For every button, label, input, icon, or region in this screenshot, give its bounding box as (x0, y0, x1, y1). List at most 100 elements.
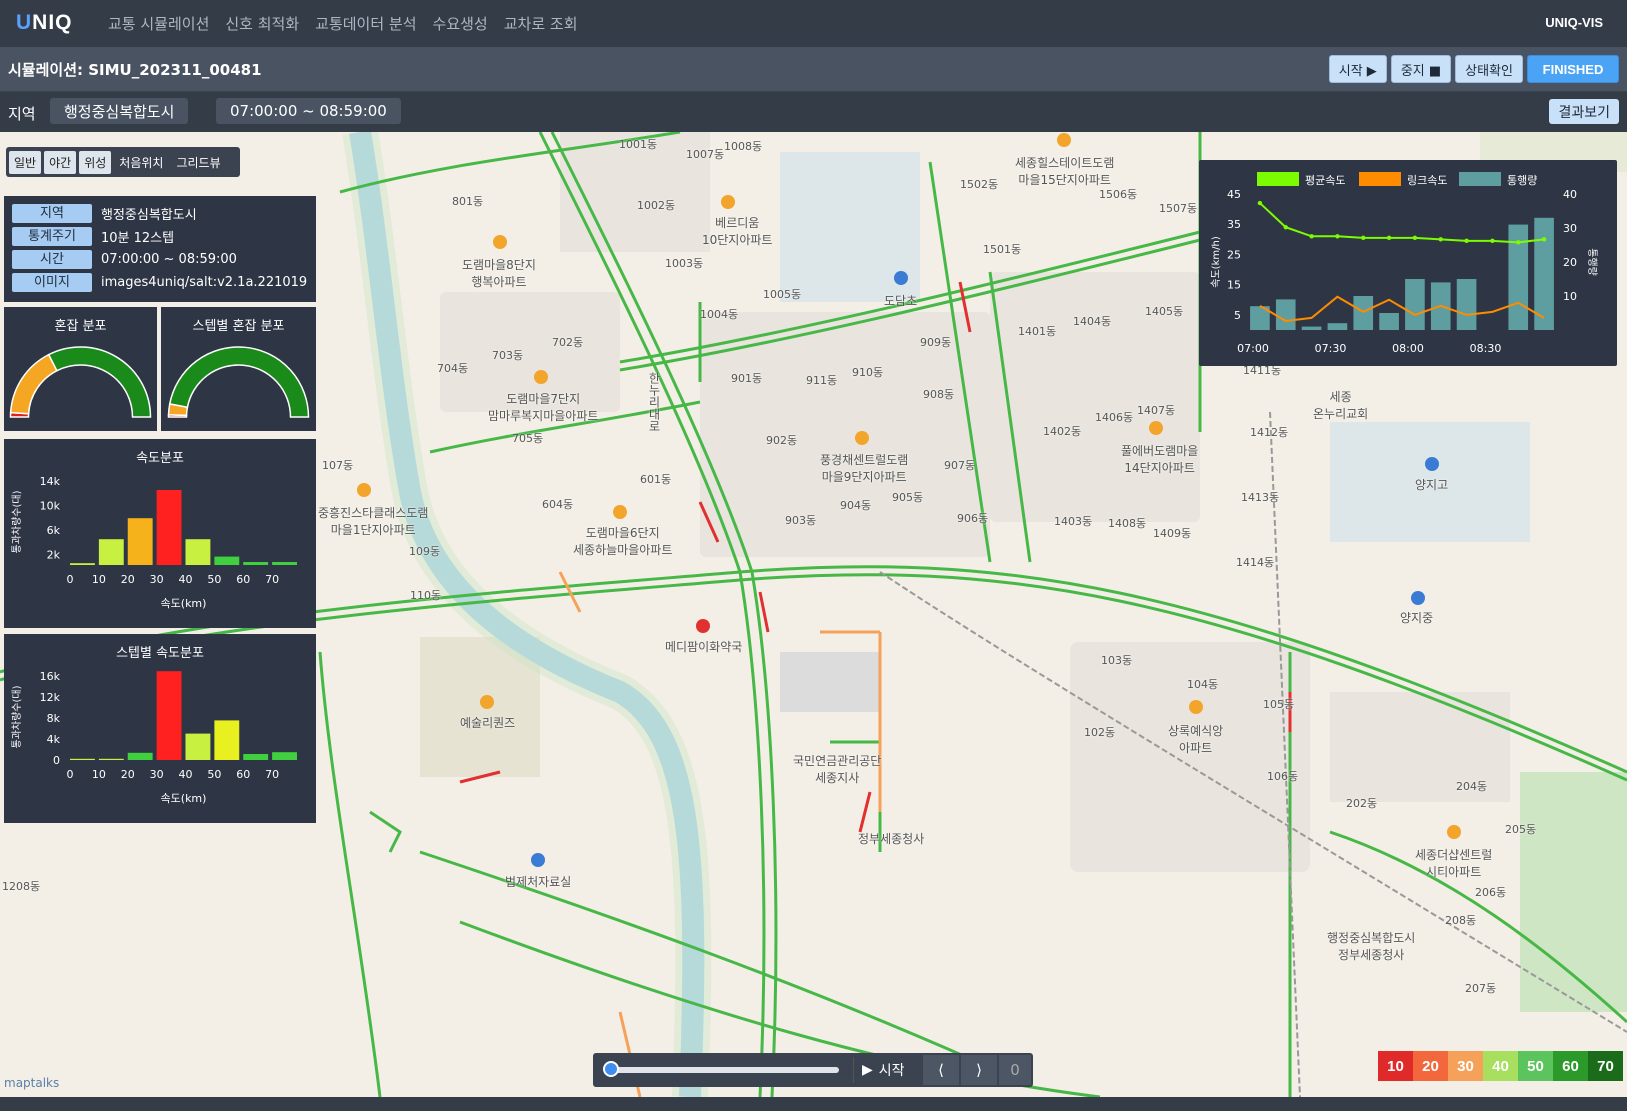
gauge-panel-step-congestion: 스텝별 혼잡 분포 (161, 307, 316, 431)
basemap-satellite[interactable]: 위성 (79, 150, 112, 174)
result-button[interactable]: 결과보기 (1549, 99, 1619, 124)
nav-intersection[interactable]: 교차로 조회 (504, 13, 578, 34)
map-label: 1502동 (960, 178, 999, 191)
poi-label: 풍경채센트럴도램 마을9단지아파트 (820, 453, 909, 484)
hist-ylabel: 통과차량수(대) (11, 490, 23, 553)
map-label: 910동 (852, 366, 884, 379)
map-label: 104동 (1187, 678, 1219, 691)
grid-view-button[interactable]: 그리드뷰 (171, 151, 225, 174)
map-label: 102동 (1084, 726, 1116, 739)
map-label: 1401동 (1018, 325, 1057, 338)
map-label: 1408동 (1108, 517, 1147, 530)
nav-traffic-sim[interactable]: 교통 시뮬레이션 (108, 13, 209, 34)
map-label: 207동 (1465, 982, 1497, 995)
map-block (780, 652, 880, 712)
map-label: 909동 (920, 336, 952, 349)
map-label: 1008동 (724, 140, 763, 153)
school-icon[interactable] (1425, 457, 1439, 471)
stop-button[interactable]: 중지 ■ (1390, 55, 1452, 83)
hist-bar (243, 754, 269, 760)
apartment-icon[interactable] (721, 195, 735, 209)
school-icon[interactable] (1411, 591, 1425, 605)
apartment-icon[interactable] (1149, 421, 1163, 435)
play-label: 시작 (878, 1063, 905, 1079)
pharmacy-icon[interactable] (696, 619, 710, 633)
play-button[interactable]: ▶ 시작 (853, 1057, 913, 1083)
basemap-normal[interactable]: 일반 (9, 150, 42, 174)
region-label: 지역 (8, 105, 36, 123)
speed-legend-50: 50 (1518, 1051, 1553, 1081)
apartment-icon[interactable] (1057, 133, 1071, 147)
finished-badge[interactable]: FINISHED (1527, 55, 1619, 83)
avg-speed-point (1412, 235, 1418, 241)
map-label: 204동 (1456, 780, 1488, 793)
gauge-chart (9, 346, 152, 418)
poi-label: 도램마을7단지 맘마루복지마을아파트 (488, 392, 599, 423)
map-label: 1402동 (1043, 425, 1082, 438)
time-range[interactable]: 07:00:00 ~ 08:59:00 (216, 98, 401, 124)
poi-label: 도램마을6단지 세종하늘마을아파트 (573, 526, 673, 557)
speed-legend-10: 10 (1378, 1051, 1413, 1081)
timeline-slider-handle[interactable] (603, 1061, 619, 1077)
map-label: 206동 (1475, 886, 1507, 899)
map-label: 601동 (640, 473, 672, 486)
avg-speed-point (1386, 235, 1392, 241)
restaurant-icon[interactable] (480, 695, 494, 709)
ts-y2tick: 40 (1563, 188, 1577, 201)
hist-ytick: 10k (40, 500, 61, 513)
start-button[interactable]: 시작 ▶ (1328, 55, 1387, 83)
basemap-night[interactable]: 야간 (44, 150, 77, 174)
info-key: 통계주기 (12, 227, 92, 246)
nav-demand[interactable]: 수요생성 (433, 13, 488, 34)
map-label: 1406동 (1095, 411, 1134, 424)
map-label: 1403동 (1054, 515, 1093, 528)
apartment-icon[interactable] (855, 431, 869, 445)
status-button[interactable]: 상태확인 (1455, 55, 1523, 83)
apartment-icon[interactable] (493, 235, 507, 249)
poi-label: 정부세종청사 (858, 832, 925, 846)
attribution[interactable]: maptalks (4, 1076, 59, 1090)
apartment-icon[interactable] (1189, 700, 1203, 714)
hist-bar (98, 539, 124, 565)
apartment-icon[interactable] (357, 483, 371, 497)
hist-bar (70, 758, 95, 760)
simulation-controls: 시작 ▶ 중지 ■ 상태확인 FINISHED (1328, 55, 1619, 83)
map-label: 1412동 (1250, 426, 1289, 439)
info-key: 지역 (12, 204, 92, 223)
map-label: 107동 (322, 459, 354, 472)
poi-label: 세종더샵센트럴 시티아파트 (1415, 848, 1493, 879)
poi-label: 메디팜이화약국 (665, 640, 743, 654)
avg-speed-point (1464, 238, 1469, 244)
poi-label: 예술리퀀즈 (460, 716, 516, 730)
school-icon[interactable] (894, 271, 908, 285)
hist-xlabel: 속도(km) (161, 792, 207, 805)
ts-ytick: 35 (1227, 218, 1241, 231)
hist-xtick: 0 (67, 768, 74, 781)
step-speed-distribution-panel: 스텝별 속도분포 통과차량수(대) 16k 12k 8k 4k 0 0 10 20 30 40 50 6… (4, 634, 316, 823)
footer-bar (0, 1097, 1627, 1111)
library-icon[interactable] (531, 853, 545, 867)
hist-ytick: 6k (47, 524, 61, 537)
home-position-button[interactable]: 처음위치 (114, 151, 168, 174)
next-step-button[interactable]: ⟩ (961, 1055, 997, 1085)
map-label: 801동 (452, 195, 484, 208)
nav-signal-opt[interactable]: 신호 최적화 (225, 13, 299, 34)
nav-traffic-data[interactable]: 교통데이터 분석 (315, 13, 416, 34)
apartment-icon[interactable] (534, 370, 548, 384)
apartment-icon[interactable] (613, 505, 627, 519)
poi-label: 도램마을8단지 행복아파트 (462, 258, 536, 289)
prev-step-button[interactable]: ⟨ (923, 1055, 959, 1085)
map-label: 1409동 (1153, 527, 1192, 540)
app-logo[interactable]: UNIQ (16, 11, 73, 35)
map-label: 911동 (806, 374, 838, 387)
map-label: 906동 (957, 512, 989, 525)
timeline-slider[interactable] (607, 1067, 839, 1073)
speed-legend-20: 20 (1413, 1051, 1448, 1081)
hist-ytick: 14k (40, 475, 61, 488)
play-icon: ▶ (862, 1062, 873, 1078)
avg-speed-point (1335, 234, 1340, 239)
volume-bar (1405, 279, 1425, 330)
apartment-icon[interactable] (1447, 825, 1461, 839)
map-label: 110동 (410, 589, 442, 602)
region-select[interactable]: 행정중심복합도시 (50, 98, 189, 124)
